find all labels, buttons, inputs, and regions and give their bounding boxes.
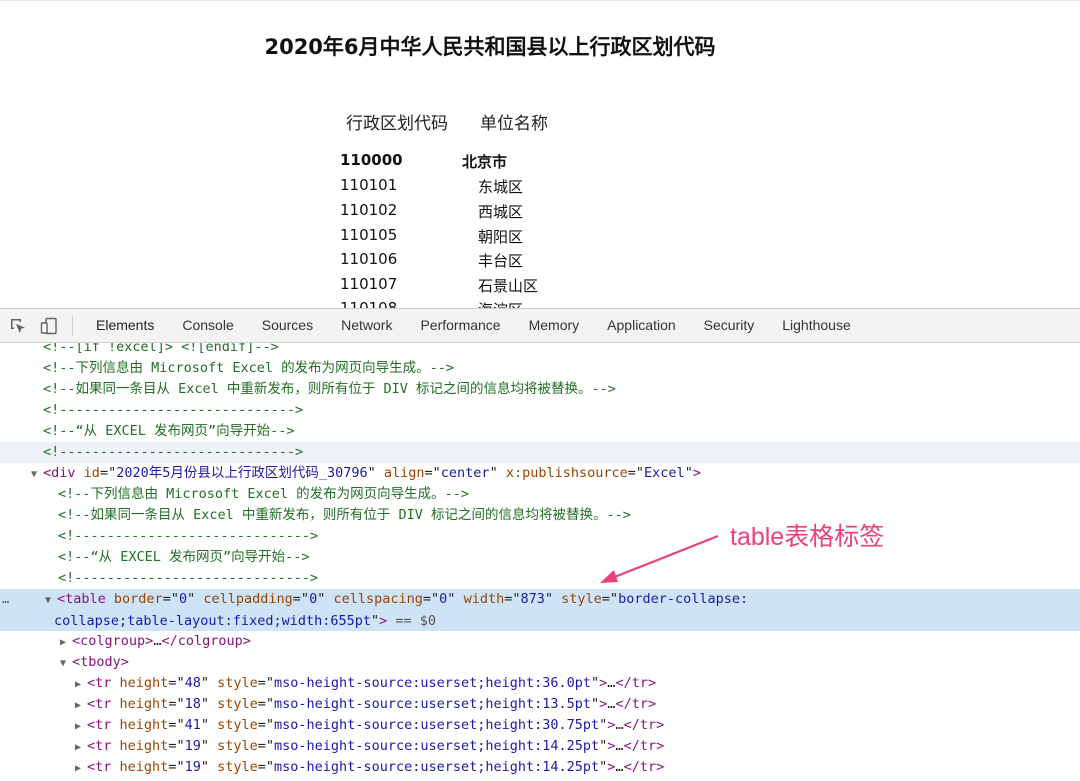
region-code: 110106	[340, 250, 398, 268]
table-row: 110105 朝阳区	[338, 226, 598, 251]
inspect-element-icon[interactable]	[9, 317, 27, 335]
dom-node-tbody[interactable]: ▼ <tbody>	[0, 652, 1080, 673]
expand-triangle-icon[interactable]: ▶	[60, 632, 72, 653]
page-title: 2020年6月中华人民共和国县以上行政区划代码	[264, 35, 716, 59]
region-name: 丰台区	[478, 252, 524, 270]
table-row: 110101 东城区	[338, 176, 598, 201]
devtools-toolbar: Elements Console Sources Network Perform…	[0, 309, 1080, 343]
tab-lighthouse[interactable]: Lighthouse	[768, 309, 865, 342]
expand-triangle-icon[interactable]: ▼	[31, 464, 43, 485]
region-code: 110000	[340, 151, 403, 169]
region-code: 110107	[340, 275, 398, 293]
table-row: 110000 北京市	[338, 151, 598, 176]
comment-text: <!----------------------------->	[58, 528, 319, 544]
dom-node-colgroup[interactable]: ▶ <colgroup>…</colgroup>	[0, 631, 1080, 652]
comment-text: <!--“从 EXCEL 发布网页”向导开始-->	[43, 423, 295, 439]
dom-node-tr[interactable]: ▶ <tr height="19" style="mso-height-sourc…	[0, 757, 1080, 778]
toolbar-separator	[72, 316, 73, 336]
dom-node-comment[interactable]: <!----------------------------->	[0, 400, 1080, 421]
dom-node-comment[interactable]: <!--如果同一条目从 Excel 中重新发布，则所有位于 DIV 标记之间的信…	[0, 505, 1080, 526]
table-row: 110107 石景山区	[338, 275, 598, 300]
tab-network[interactable]: Network	[327, 309, 406, 342]
expand-triangle-icon[interactable]: ▼	[45, 590, 57, 611]
tab-sources[interactable]: Sources	[248, 309, 327, 342]
dom-node-tr[interactable]: ▶ <tr height="48" style="mso-height-sourc…	[0, 673, 1080, 694]
tab-memory[interactable]: Memory	[515, 309, 594, 342]
dom-node-comment[interactable]: <!----------------------------->	[0, 442, 1080, 463]
expand-triangle-icon[interactable]: ▼	[60, 653, 72, 674]
region-code: 110101	[340, 176, 398, 194]
region-name: 东城区	[478, 178, 524, 196]
dom-node-comment[interactable]: <!--[if !excel]> <![endif]-->	[0, 343, 1080, 358]
region-name: 石景山区	[478, 277, 539, 295]
expand-triangle-icon[interactable]: ▶	[75, 674, 87, 695]
expand-triangle-icon[interactable]: ▶	[75, 737, 87, 758]
dom-node-comment[interactable]: <!--如果同一条目从 Excel 中重新发布，则所有位于 DIV 标记之间的信…	[0, 379, 1080, 400]
expand-triangle-icon[interactable]: ▶	[75, 695, 87, 716]
tab-console[interactable]: Console	[168, 309, 247, 342]
dom-node-comment[interactable]: <!--下列信息由 Microsoft Excel 的发布为网页向导生成。-->	[0, 358, 1080, 379]
dom-node-comment[interactable]: <!----------------------------->	[0, 568, 1080, 589]
table-row: 110106 丰台区	[338, 250, 598, 275]
dom-node-comment[interactable]: <!----------------------------->	[0, 526, 1080, 547]
comment-text: <!----------------------------->	[58, 570, 319, 586]
column-header-name: 单位名称	[480, 114, 548, 134]
region-code: 110105	[340, 226, 398, 244]
tab-performance[interactable]: Performance	[406, 309, 514, 342]
comment-text: <!--“从 EXCEL 发布网页”向导开始-->	[58, 549, 310, 565]
dom-node-tr[interactable]: ▶ <tr height="18" style="mso-height-sourc…	[0, 694, 1080, 715]
table-row: 110102 西城区	[338, 201, 598, 226]
devtools-tab-bar: Elements Console Sources Network Perform…	[82, 309, 865, 342]
expand-triangle-icon[interactable]: ▶	[75, 758, 87, 779]
comment-text: <!--如果同一条目从 Excel 中重新发布，则所有位于 DIV 标记之间的信…	[43, 381, 616, 397]
device-toolbar-icon[interactable]	[40, 317, 58, 335]
dom-node-table-selected[interactable]: … ▼ <table border="0" cellpadding="0" cel…	[0, 589, 1080, 631]
more-actions-icon[interactable]: …	[2, 589, 9, 610]
comment-text: <!--[if !excel]> <![endif]-->	[43, 343, 279, 355]
selected-node-reference: == $0	[395, 613, 437, 629]
expand-triangle-icon[interactable]: ▶	[75, 716, 87, 737]
dom-node-tr[interactable]: ▶ <tr height="41" style="mso-height-sourc…	[0, 715, 1080, 736]
elements-dom-tree: <!--[if !excel]> <![endif]--> <!--下列信息由 …	[0, 343, 1080, 781]
region-name: 北京市	[462, 153, 508, 171]
comment-text: <!--下列信息由 Microsoft Excel 的发布为网页向导生成。-->	[58, 486, 470, 502]
tab-elements[interactable]: Elements	[82, 309, 168, 342]
tab-application[interactable]: Application	[593, 309, 690, 342]
dom-node-tr[interactable]: ▶ <tr height="19" style="mso-height-sourc…	[0, 736, 1080, 757]
tab-security[interactable]: Security	[690, 309, 769, 342]
column-header-code: 行政区划代码	[346, 114, 448, 134]
dom-node-comment[interactable]: <!--“从 EXCEL 发布网页”向导开始-->	[0, 547, 1080, 568]
region-code: 110102	[340, 201, 398, 219]
comment-text: <!----------------------------->	[43, 402, 304, 418]
comment-text: <!--下列信息由 Microsoft Excel 的发布为网页向导生成。-->	[43, 360, 455, 376]
region-name: 朝阳区	[478, 228, 524, 246]
dom-node-div[interactable]: ▼ <div id="2020年5月份县以上行政区划代码_30796" align…	[0, 463, 1080, 484]
dom-node-comment[interactable]: <!--“从 EXCEL 发布网页”向导开始-->	[0, 421, 1080, 442]
region-name: 西城区	[478, 203, 524, 221]
page-viewport: 2020年6月中华人民共和国县以上行政区划代码 行政区划代码 单位名称 1100…	[0, 0, 1080, 309]
dom-node-comment[interactable]: <!--下列信息由 Microsoft Excel 的发布为网页向导生成。-->	[0, 484, 1080, 505]
annotation-label: table表格标签	[730, 523, 885, 551]
comment-text: <!----------------------------->	[43, 444, 304, 460]
devtools-panel: Elements Console Sources Network Perform…	[0, 308, 1080, 781]
comment-text: <!--如果同一条目从 Excel 中重新发布，则所有位于 DIV 标记之间的信…	[58, 507, 631, 523]
